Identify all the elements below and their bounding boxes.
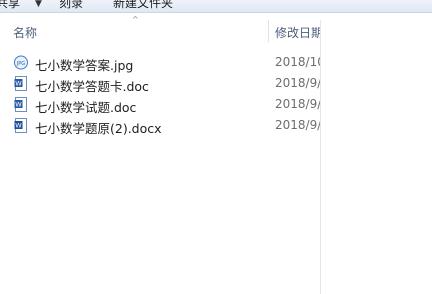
file-list: JPG 七小数学答案.jpg 2018/10 W 七小数学答题卡.doc 201… xyxy=(0,53,432,137)
file-row[interactable]: W 七小数学答题卡.doc 2018/9/ xyxy=(0,74,432,95)
svg-text:W: W xyxy=(15,122,22,130)
file-name: 七小数学答题卡.doc xyxy=(35,79,149,94)
word-doc-icon: W xyxy=(14,76,28,91)
sort-ascending-icon: ^ xyxy=(132,15,139,24)
column-divider[interactable] xyxy=(268,20,269,42)
file-date: 2018/9/ xyxy=(275,118,320,132)
burn-button[interactable]: 刻录 xyxy=(59,0,83,11)
file-date: 2018/9/ xyxy=(275,76,320,90)
file-row[interactable]: W 七小数学题原(2).docx 2018/9/ xyxy=(0,116,432,137)
file-name: 七小数学题原(2).docx xyxy=(35,121,162,136)
file-date: 2018/9/ xyxy=(275,97,320,111)
svg-text:W: W xyxy=(15,101,22,109)
column-header-date[interactable]: 修改日期 xyxy=(275,24,320,41)
svg-text:W: W xyxy=(15,80,22,88)
chevron-down-icon[interactable]: ▼ xyxy=(35,0,42,9)
file-row[interactable]: W 七小数学试题.doc 2018/9/ xyxy=(0,95,432,116)
column-header-name[interactable]: 名称 xyxy=(13,24,37,41)
svg-text:JPG: JPG xyxy=(16,61,25,67)
word-docx-icon: W xyxy=(14,118,28,133)
file-name: 七小数学试题.doc xyxy=(35,100,137,115)
share-menu-button[interactable]: 共享 xyxy=(0,0,20,11)
file-date: 2018/10 xyxy=(275,55,320,69)
jpg-file-icon: JPG xyxy=(14,55,28,70)
new-folder-button[interactable]: 新建文件夹 xyxy=(113,0,173,11)
file-row[interactable]: JPG 七小数学答案.jpg 2018/10 xyxy=(0,53,432,74)
file-name: 七小数学答案.jpg xyxy=(35,58,134,73)
command-toolbar: 共享 ▼ 刻录 新建文件夹 xyxy=(0,0,432,13)
word-doc-icon: W xyxy=(14,97,28,112)
